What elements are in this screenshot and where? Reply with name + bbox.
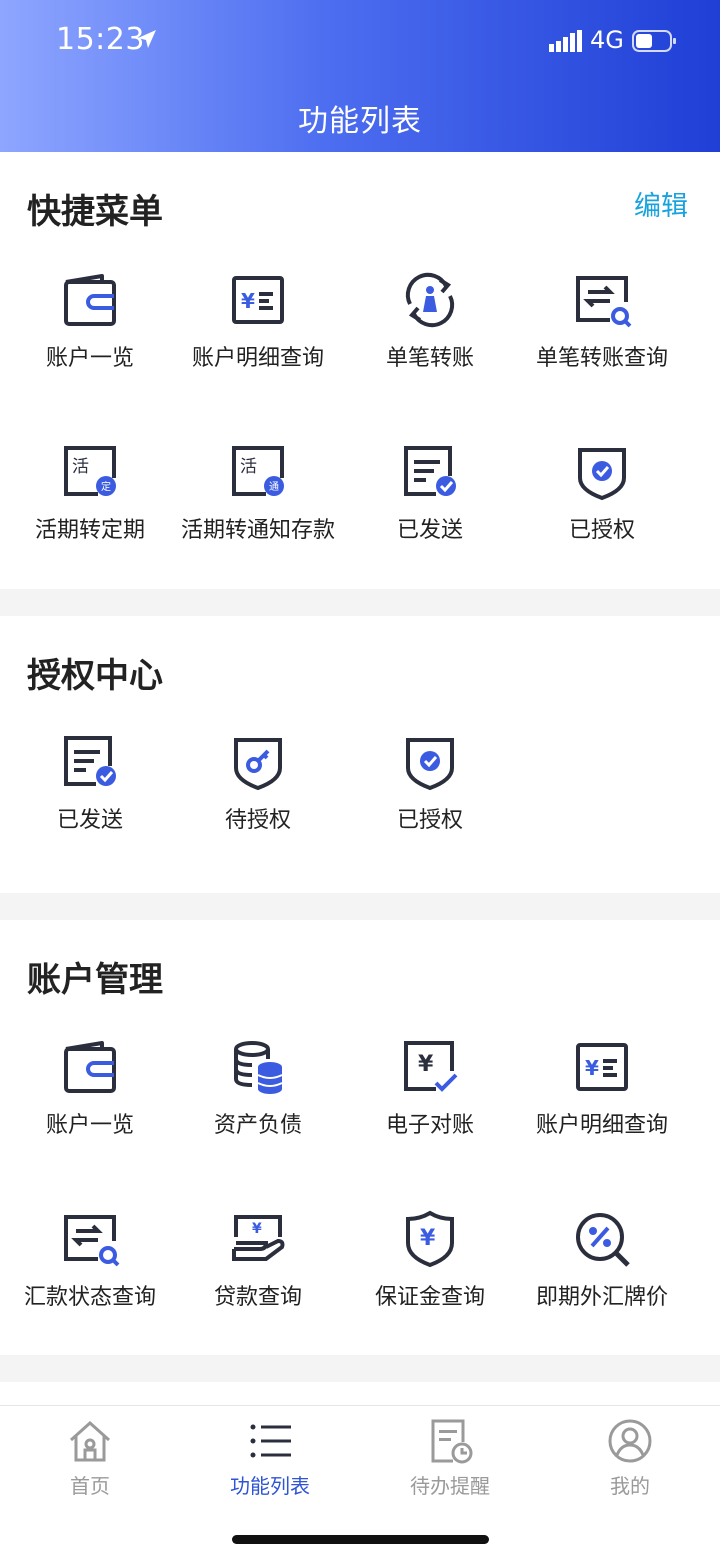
authorized-shield-icon bbox=[406, 738, 454, 791]
yuan-statement-icon: ¥ bbox=[232, 276, 284, 324]
tab-mine[interactable]: 我的 bbox=[540, 1418, 720, 1499]
account-item-label: 电子对账 bbox=[385, 1113, 474, 1138]
reconcile-icon: ¥ bbox=[404, 1041, 458, 1092]
quick-item-current-to-fixed[interactable]: 活定 活期转定期 bbox=[0, 440, 180, 590]
auth-item-sent[interactable]: 已发送 bbox=[0, 730, 180, 880]
location-arrow-icon bbox=[138, 30, 156, 48]
edit-button[interactable]: 编辑 bbox=[634, 184, 688, 223]
account-item-reconcile[interactable]: ¥ 电子对账 bbox=[340, 1035, 520, 1185]
svg-text:¥: ¥ bbox=[420, 1226, 436, 1251]
account-item-label: 保证金查询 bbox=[374, 1285, 485, 1310]
quick-item-account-overview[interactable]: 账户一览 bbox=[0, 268, 180, 418]
quick-item-label: 已发送 bbox=[396, 518, 463, 543]
account-item-label: 即期外汇牌价 bbox=[535, 1285, 668, 1310]
auth-item-label: 已授权 bbox=[396, 808, 463, 833]
todo-clock-icon bbox=[431, 1419, 473, 1464]
status-time: 15:23 bbox=[56, 22, 145, 57]
svg-text:¥: ¥ bbox=[418, 1052, 434, 1077]
auth-item-authorized[interactable]: 已授权 bbox=[340, 730, 520, 880]
tab-label: 功能列表 bbox=[230, 1474, 310, 1498]
yuan-shield-icon: ¥ bbox=[406, 1210, 454, 1268]
app-header: 15:23 4G 功能列表 bbox=[0, 0, 720, 152]
account-item-detail[interactable]: ¥ 账户明细查询 bbox=[512, 1035, 692, 1185]
authorized-shield-icon bbox=[578, 448, 626, 501]
quick-item-label: 账户一览 bbox=[45, 346, 134, 371]
quick-item-label: 已授权 bbox=[568, 518, 635, 543]
account-item-deposit-guarantee[interactable]: ¥ 保证金查询 bbox=[340, 1207, 520, 1357]
account-item-remittance-status[interactable]: 汇款状态查询 bbox=[0, 1207, 180, 1357]
svg-text:通: 通 bbox=[269, 481, 279, 493]
quick-item-transfer-query[interactable]: 单笔转账查询 bbox=[512, 268, 692, 418]
signal-icon bbox=[549, 30, 582, 52]
wallet-icon bbox=[64, 274, 116, 326]
account-item-assets[interactable]: 资产负债 bbox=[168, 1035, 348, 1185]
quick-item-label: 账户明细查询 bbox=[191, 346, 324, 371]
loan-hand-icon: ¥ bbox=[232, 1215, 285, 1261]
quick-item-label: 活期转通知存款 bbox=[180, 518, 335, 543]
tab-function-list[interactable]: 功能列表 bbox=[180, 1418, 360, 1499]
quick-item-authorized[interactable]: 已授权 bbox=[512, 440, 692, 590]
next-section-partial bbox=[0, 1382, 720, 1405]
svg-text:活: 活 bbox=[72, 457, 89, 477]
user-icon bbox=[608, 1419, 652, 1463]
transfer-search-icon bbox=[64, 1215, 120, 1267]
svg-text:定: 定 bbox=[101, 480, 111, 493]
account-item-label: 汇款状态查询 bbox=[23, 1285, 156, 1310]
svg-text:活: 活 bbox=[240, 457, 257, 477]
percent-search-icon bbox=[576, 1213, 630, 1267]
account-item-fx-rate[interactable]: 即期外汇牌价 bbox=[512, 1207, 692, 1357]
account-item-label: 账户明细查询 bbox=[535, 1113, 668, 1138]
auth-item-label: 已发送 bbox=[56, 808, 123, 833]
quick-menu-title: 快捷菜单 bbox=[27, 192, 163, 232]
account-item-label: 资产负债 bbox=[213, 1113, 302, 1138]
tab-todo[interactable]: 待办提醒 bbox=[360, 1418, 540, 1499]
svg-text:¥: ¥ bbox=[252, 1221, 262, 1237]
key-shield-icon bbox=[234, 738, 282, 791]
current-to-fixed-icon: 活定 bbox=[64, 446, 116, 496]
quick-item-account-detail[interactable]: ¥ 账户明细查询 bbox=[168, 268, 348, 418]
svg-text:¥: ¥ bbox=[585, 1056, 599, 1080]
auth-item-pending[interactable]: 待授权 bbox=[168, 730, 348, 880]
wallet-icon bbox=[64, 1041, 116, 1093]
quick-item-sent[interactable]: 已发送 bbox=[340, 440, 520, 590]
account-item-overview[interactable]: 账户一览 bbox=[0, 1035, 180, 1185]
sent-document-icon bbox=[404, 446, 456, 496]
home-icon bbox=[69, 1420, 111, 1462]
home-indicator bbox=[232, 1535, 489, 1544]
quick-item-label: 活期转定期 bbox=[34, 518, 145, 543]
auth-item-label: 待授权 bbox=[224, 808, 291, 833]
account-item-loan[interactable]: ¥ 贷款查询 bbox=[168, 1207, 348, 1357]
network-type: 4G bbox=[590, 26, 624, 54]
yuan-statement-icon: ¥ bbox=[576, 1043, 628, 1091]
transfer-person-icon bbox=[405, 272, 455, 328]
tab-label: 我的 bbox=[610, 1474, 650, 1498]
tab-label: 首页 bbox=[70, 1474, 110, 1498]
quick-item-single-transfer[interactable]: 单笔转账 bbox=[340, 268, 520, 418]
tab-label: 待办提醒 bbox=[410, 1474, 490, 1498]
svg-text:¥: ¥ bbox=[241, 289, 255, 313]
tab-home[interactable]: 首页 bbox=[0, 1418, 180, 1499]
list-icon bbox=[250, 1424, 291, 1458]
account-item-label: 贷款查询 bbox=[213, 1285, 302, 1310]
quick-item-current-to-notice[interactable]: 活通 活期转通知存款 bbox=[168, 440, 348, 590]
account-mgmt-title: 账户管理 bbox=[27, 960, 163, 1000]
sent-document-icon bbox=[64, 736, 116, 786]
quick-item-label: 单笔转账查询 bbox=[535, 346, 668, 371]
battery-icon bbox=[632, 30, 676, 52]
current-to-notice-icon: 活通 bbox=[232, 446, 284, 496]
account-item-label: 账户一览 bbox=[45, 1113, 134, 1138]
page-title: 功能列表 bbox=[298, 104, 422, 139]
auth-center-title: 授权中心 bbox=[27, 656, 163, 696]
coins-stack-icon bbox=[234, 1041, 283, 1094]
transfer-search-icon bbox=[576, 276, 632, 328]
quick-item-label: 单笔转账 bbox=[385, 346, 474, 371]
